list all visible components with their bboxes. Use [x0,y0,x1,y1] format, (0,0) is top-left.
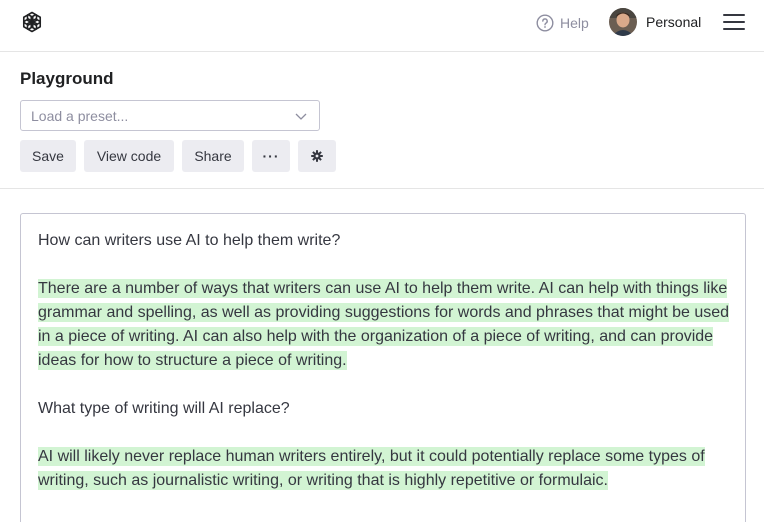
view-code-button[interactable]: View code [84,140,174,172]
chevron-down-icon [295,113,307,120]
openai-logo-icon[interactable] [20,10,44,34]
completion-text: There are a number of ways that writers … [38,279,730,370]
account-label: Personal [646,14,702,30]
preset-placeholder: Load a preset... [31,108,129,124]
help-label: Help [560,15,589,31]
section-divider [0,188,764,189]
editor-content[interactable]: How can writers use AI to help them writ… [38,229,730,517]
top-navigation-bar: Help Personal [0,0,764,52]
hamburger-menu-icon[interactable] [723,13,745,31]
page-title: Playground [20,69,114,88]
gear-icon [311,150,323,162]
avatar [609,8,637,36]
completion-text: AI will likely never replace human write… [38,447,705,490]
completion-paragraph: There are a number of ways that writers … [38,277,730,373]
question-circle-icon [536,14,554,32]
preset-select[interactable]: Load a preset... [20,100,320,131]
help-link[interactable]: Help [536,13,589,33]
settings-button[interactable] [298,140,336,172]
account-menu[interactable]: Personal [609,8,701,36]
prompt-editor[interactable]: How can writers use AI to help them writ… [20,213,746,522]
more-options-button[interactable]: ··· [252,140,290,172]
share-button[interactable]: Share [182,140,244,172]
prompt-text: What type of writing will AI replace? [38,400,290,417]
completion-paragraph: AI will likely never replace human write… [38,445,730,493]
prompt-text: How can writers use AI to help them writ… [38,232,341,249]
save-button[interactable]: Save [20,140,76,172]
